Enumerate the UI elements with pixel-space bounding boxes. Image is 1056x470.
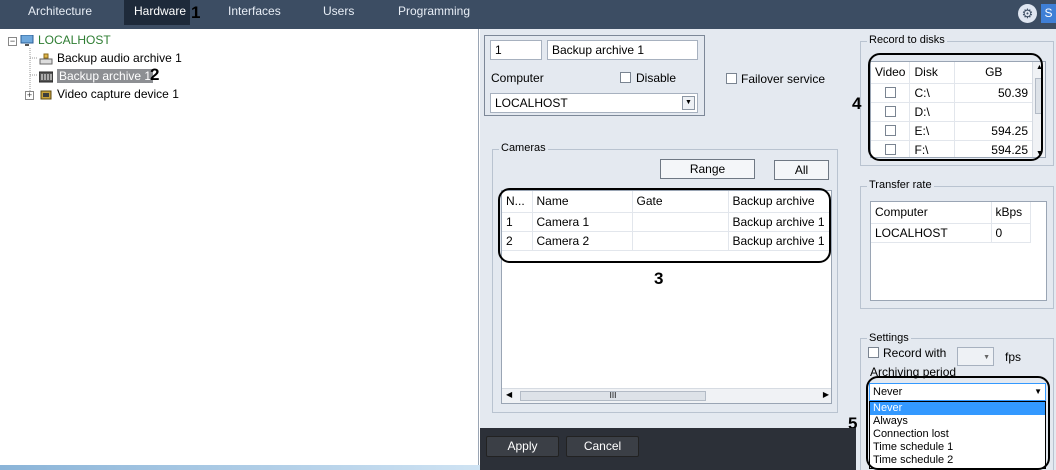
apply-button[interactable]: Apply xyxy=(486,436,559,457)
computer-select-value: LOCALHOST xyxy=(495,96,568,110)
tree-item-label: Video capture device 1 xyxy=(57,87,179,101)
callout-frame-4 xyxy=(868,53,1043,161)
scroll-thumb[interactable]: III xyxy=(520,391,706,401)
fps-select[interactable]: ▼ xyxy=(957,347,994,366)
tree-item-video-capture-device[interactable]: Video capture device 1 xyxy=(39,86,179,102)
scroll-right-icon[interactable]: ▶ xyxy=(823,390,829,399)
top-nav-bar: Architecture Hardware 1 Interfaces Users… xyxy=(0,0,1056,29)
expand-icon[interactable]: + xyxy=(25,91,34,100)
tab-users[interactable]: Users xyxy=(313,0,364,25)
transfer-rate-table: Computer kBps LOCALHOST 0 xyxy=(870,201,1047,301)
capture-device-icon xyxy=(39,89,53,101)
tree-item-backup-archive[interactable]: Backup archive 1 xyxy=(38,68,154,84)
record-to-disks-title: Record to disks xyxy=(867,34,947,46)
failover-service-checkbox[interactable] xyxy=(726,73,737,84)
callout-number-1: 1 xyxy=(191,3,201,22)
tree-item-label: Backup audio archive 1 xyxy=(57,51,182,65)
callout-number-4: 4 xyxy=(852,94,862,113)
tab-architecture[interactable]: Architecture xyxy=(18,0,102,25)
tree-item-label-selected: Backup archive 1 xyxy=(57,69,154,83)
chevron-down-icon[interactable]: ▼ xyxy=(983,349,990,367)
s-button[interactable]: S xyxy=(1041,4,1056,23)
record-with-checkbox[interactable] xyxy=(868,347,879,358)
tree-item-backup-audio-archive[interactable]: Backup audio archive 1 xyxy=(39,50,182,66)
cancel-button[interactable]: Cancel xyxy=(566,436,639,457)
horizontal-scrollbar[interactable]: ◀ III ▶ xyxy=(502,388,831,403)
settings-title: Settings xyxy=(867,332,911,344)
properties-panel: 1 Backup archive 1 Computer Disable LOCA… xyxy=(480,29,1056,470)
all-button[interactable]: All xyxy=(774,160,829,180)
footer-bar: Apply Cancel xyxy=(480,428,856,470)
computer-select[interactable]: LOCALHOST ▼ xyxy=(490,93,698,113)
callout-number-3: 3 xyxy=(654,269,664,288)
fps-label: fps xyxy=(1005,350,1022,364)
cell-kbps[interactable]: 0 xyxy=(991,223,1031,243)
scroll-left-icon[interactable]: ◀ xyxy=(506,390,512,399)
range-button[interactable]: Range xyxy=(660,159,755,179)
computer-label: Computer xyxy=(491,71,544,85)
taskbar-strip xyxy=(0,465,480,470)
object-name-field[interactable]: Backup archive 1 xyxy=(547,40,698,60)
transfer-rate-title: Transfer rate xyxy=(867,179,934,191)
table-header-row: Computer kBps xyxy=(871,202,1031,224)
audio-archive-icon xyxy=(39,53,53,65)
disable-label: Disable xyxy=(636,71,677,85)
column-header-kbps[interactable]: kBps xyxy=(991,202,1031,224)
transfer-rate-group: Transfer rate Computer kBps LOCALHOST 0 xyxy=(860,179,1054,309)
callout-frame-5 xyxy=(866,376,1050,470)
callout-frame-3 xyxy=(498,188,831,263)
failover-service-label: Failover service xyxy=(741,72,826,86)
tab-programming[interactable]: Programming xyxy=(388,0,480,25)
tab-interfaces[interactable]: Interfaces xyxy=(218,0,291,25)
record-with-label: Record with xyxy=(883,346,947,360)
chevron-down-icon[interactable]: ▼ xyxy=(682,96,695,110)
table-row[interactable]: LOCALHOST 0 xyxy=(871,223,1031,243)
column-header-computer[interactable]: Computer xyxy=(871,202,992,224)
cell-computer: LOCALHOST xyxy=(871,223,992,243)
disable-checkbox[interactable] xyxy=(620,72,631,83)
tab-hardware[interactable]: Hardware xyxy=(124,0,190,25)
archive-icon xyxy=(38,71,54,83)
settings-gear-icon[interactable]: ⚙ xyxy=(1018,4,1037,23)
object-id-field[interactable]: 1 xyxy=(490,40,542,60)
cameras-title: Cameras xyxy=(499,142,548,154)
hardware-tree-panel: − LOCALHOST Backup audio archive 1 Backu… xyxy=(0,29,479,470)
object-header-box: 1 Backup archive 1 Computer Disable LOCA… xyxy=(484,35,705,116)
callout-number-2: 2 xyxy=(150,65,160,84)
